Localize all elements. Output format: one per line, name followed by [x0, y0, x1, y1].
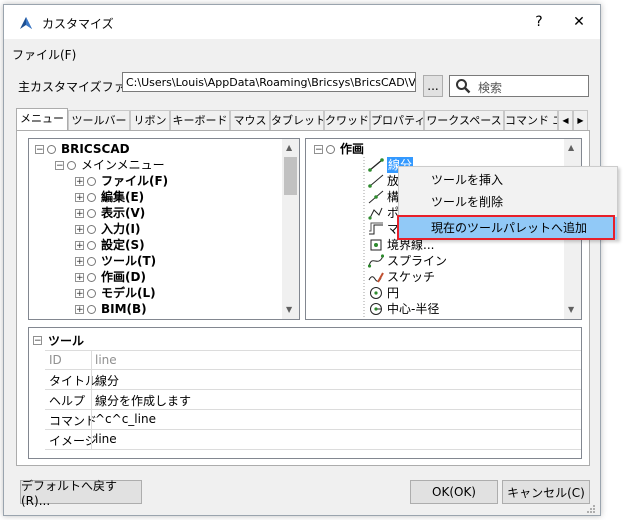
- tab-mouse[interactable]: マウス: [230, 110, 270, 130]
- polyline-tool-icon: [368, 207, 383, 220]
- bricscad-app-icon: [20, 17, 32, 29]
- tool-sketch[interactable]: スケッチ: [368, 269, 435, 285]
- tool-label: 円: [387, 286, 400, 300]
- tree-item-label: 表示(V): [101, 206, 146, 220]
- tab-workspace[interactable]: ワークスペース: [424, 110, 504, 130]
- menu-tree[interactable]: − BRICSCAD − メインメニュー + ファイル(F) + 編集(E) + 表示(V…: [28, 138, 300, 320]
- line-tool-icon: [368, 158, 384, 172]
- scroll-up-icon[interactable]: ▲: [568, 143, 574, 152]
- browse-button[interactable]: ...: [423, 75, 443, 97]
- collapse-icon[interactable]: −: [33, 336, 42, 346]
- property-value[interactable]: line: [95, 432, 117, 446]
- tab-ribbon[interactable]: リボン: [130, 110, 170, 130]
- tab-command[interactable]: コマンド エ: [504, 110, 558, 130]
- scroll-thumb[interactable]: [284, 157, 297, 195]
- scroll-up-icon[interactable]: ▲: [286, 143, 292, 152]
- tool-circle[interactable]: 円: [368, 285, 399, 301]
- properties-section-header[interactable]: − ツール: [33, 332, 84, 349]
- tab-quad[interactable]: クワッド: [324, 110, 370, 130]
- tree-item-insert[interactable]: + 入力(I): [75, 221, 140, 237]
- tab-properties[interactable]: プロパティ: [370, 110, 424, 130]
- property-key: イメージ: [49, 434, 97, 448]
- tab-toolbar[interactable]: ツールバー: [68, 110, 130, 130]
- property-key: コマンド: [49, 414, 98, 428]
- tree-root[interactable]: − BRICSCAD: [35, 141, 130, 157]
- tree-main-menu[interactable]: − メインメニュー: [55, 157, 165, 173]
- tree-item-label: 編集(E): [101, 190, 145, 204]
- ok-button[interactable]: OK(OK): [410, 480, 498, 504]
- property-row-command[interactable]: コマンド ^c^c_line: [45, 410, 581, 430]
- property-key: タイトル: [49, 374, 98, 388]
- resize-grip-icon[interactable]: [586, 504, 596, 514]
- window-title: カスタマイズ: [42, 17, 114, 31]
- tool-label: スケッチ: [387, 270, 436, 284]
- search-icon: [456, 79, 471, 94]
- property-row-image[interactable]: イメージ line: [45, 430, 581, 450]
- search-placeholder: 検索: [478, 81, 503, 95]
- tab-menu[interactable]: メニュー: [16, 108, 68, 130]
- spline-tool-icon: [368, 254, 384, 268]
- property-row-id[interactable]: ID line: [45, 350, 581, 371]
- draw-tree-root[interactable]: − 作画: [314, 141, 364, 157]
- property-value[interactable]: 線分: [95, 372, 119, 389]
- tab-scroll-left[interactable]: ◀: [558, 110, 573, 130]
- boundary-tool-icon: [370, 239, 382, 251]
- reset-to-default-button[interactable]: デフォルトへ戻す(R)...: [20, 479, 142, 508]
- tool-spline[interactable]: スプライン: [368, 253, 447, 269]
- tab-scroll-right[interactable]: ▶: [573, 110, 588, 130]
- main-file-path-input[interactable]: C:\Users\Louis\AppData\Roaming\Bricsys\B…: [122, 72, 416, 92]
- tree-item-tools[interactable]: + ツール(T): [75, 253, 156, 269]
- property-row-help[interactable]: ヘルプ 線分を作成します: [45, 390, 581, 410]
- menu-tree-scrollbar[interactable]: ▲ ▼: [282, 139, 299, 319]
- scroll-down-icon[interactable]: ▼: [286, 305, 292, 314]
- tree-item-label: 設定(S): [101, 238, 145, 252]
- tree-item-label: ファイル(F): [101, 174, 169, 188]
- tab-tablet[interactable]: タブレット: [270, 110, 324, 130]
- center-radius-tool-icon: [370, 303, 382, 315]
- circle-tool-icon: [370, 287, 382, 299]
- context-insert-tool[interactable]: ツールを挿入: [399, 169, 617, 191]
- property-value[interactable]: 線分を作成します: [95, 392, 191, 409]
- selection-callout-box: [397, 215, 615, 240]
- tree-item-label: 入力(I): [101, 222, 141, 236]
- tree-item-file[interactable]: + ファイル(F): [75, 173, 168, 189]
- tree-item-label: ツール(T): [101, 254, 157, 268]
- property-value[interactable]: ^c^c_line: [95, 412, 156, 426]
- close-button[interactable]: ✕: [556, 5, 602, 39]
- ray-tool-icon: [368, 174, 384, 188]
- property-row-title[interactable]: タイトル 線分: [45, 370, 581, 390]
- tree-item-label: モデル(L): [101, 286, 156, 300]
- tree-root-label: BRICSCAD: [61, 142, 130, 156]
- tree-item-model[interactable]: + モデル(L): [75, 285, 156, 301]
- property-value: line: [95, 353, 117, 367]
- property-key: ヘルプ: [49, 394, 86, 408]
- cancel-button[interactable]: キャンセル(C): [502, 480, 590, 504]
- properties-section-title: ツール: [48, 334, 85, 348]
- xline-tool-icon: [368, 190, 384, 204]
- properties-grid: − ツール ID line タイトル 線分 ヘルプ 線分を作成します コマンド …: [28, 327, 582, 459]
- tree-item-draw[interactable]: + 作画(D): [75, 269, 146, 285]
- sketch-tool-icon: [368, 272, 384, 283]
- tree-item-label: BIM(B): [101, 302, 147, 316]
- menu-bar: ファイル(F): [4, 43, 600, 63]
- tree-item-settings[interactable]: + 設定(S): [75, 237, 145, 253]
- tab-keyboard[interactable]: キーボード: [170, 110, 230, 130]
- tool-label: スプライン: [387, 254, 448, 268]
- tree-item-view[interactable]: + 表示(V): [75, 205, 145, 221]
- draw-tree-root-label: 作画: [340, 142, 365, 156]
- context-delete-tool[interactable]: ツールを削除: [399, 191, 617, 213]
- tool-label: 中心-半径: [387, 302, 440, 316]
- menu-file[interactable]: ファイル(F): [12, 46, 76, 63]
- search-input[interactable]: 検索: [449, 75, 589, 97]
- tree-item-bim[interactable]: + BIM(B): [75, 301, 147, 317]
- property-key: ID: [49, 353, 62, 367]
- scroll-down-icon[interactable]: ▼: [568, 305, 574, 314]
- multiline-tool-icon: [369, 222, 383, 235]
- title-bar: カスタマイズ ? ✕: [4, 5, 600, 39]
- tree-item-label: 作画(D): [101, 270, 146, 284]
- tool-center-radius[interactable]: 中心-半径: [368, 301, 439, 317]
- tree-item-edit[interactable]: + 編集(E): [75, 189, 144, 205]
- tree-main-menu-label: メインメニュー: [81, 158, 165, 172]
